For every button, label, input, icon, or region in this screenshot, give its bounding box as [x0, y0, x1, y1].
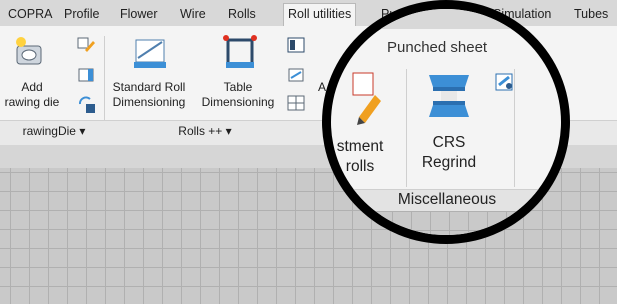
tab-profile[interactable]: Profile	[64, 4, 99, 24]
roll-export-icon[interactable]	[286, 66, 306, 84]
ribbon-separator	[406, 69, 407, 187]
tab-wire[interactable]: Wire	[180, 4, 206, 24]
table-dimensioning-button[interactable]: Table Dimensioning	[196, 80, 280, 110]
magnifier-circle: Punched sheet stment rolls CRS Regrind M…	[322, 0, 570, 244]
dropdown-arrow-icon: ▾	[79, 124, 86, 138]
adjustment-rolls-icon[interactable]	[351, 69, 391, 125]
tab-tubes[interactable]: Tubes	[574, 4, 608, 24]
crs-regrind-icon[interactable]	[425, 73, 473, 119]
die-list-icon[interactable]	[76, 66, 96, 84]
add-drawing-die-icon[interactable]	[15, 36, 43, 66]
dropdown-arrow-icon: ▾	[225, 124, 232, 138]
roll-grid-icon[interactable]	[286, 94, 306, 112]
tab-rolls[interactable]: Rolls	[228, 4, 256, 24]
adjustment-rolls-button[interactable]: stment rolls	[331, 137, 395, 177]
rolls-group-label[interactable]: Rolls ++ ▾	[150, 124, 260, 139]
standard-roll-dimensioning-icon[interactable]	[132, 36, 168, 70]
crs-regrind-button[interactable]: CRS Regrind	[411, 133, 487, 173]
roll-table-icon[interactable]	[286, 36, 306, 54]
tab-flower[interactable]: Flower	[120, 4, 158, 24]
pencil-icon[interactable]	[76, 36, 96, 54]
tab-copra[interactable]: COPRA	[8, 4, 52, 24]
swap-rolls-icon[interactable]	[493, 71, 515, 93]
table-dimensioning-icon[interactable]	[222, 32, 258, 70]
miscellaneous-group-label[interactable]: Miscellaneous	[387, 190, 507, 210]
standard-roll-dimensioning-button[interactable]: Standard Roll Dimensioning	[107, 80, 191, 110]
magnified-tab-band	[331, 9, 561, 29]
drawing-die-group-label[interactable]: rawingDie ▾	[4, 124, 104, 139]
refresh-die-icon[interactable]	[76, 94, 96, 114]
add-drawing-die-button[interactable]: Add rawing die	[2, 80, 62, 110]
punched-sheet-title[interactable]: Punched sheet	[387, 39, 487, 56]
